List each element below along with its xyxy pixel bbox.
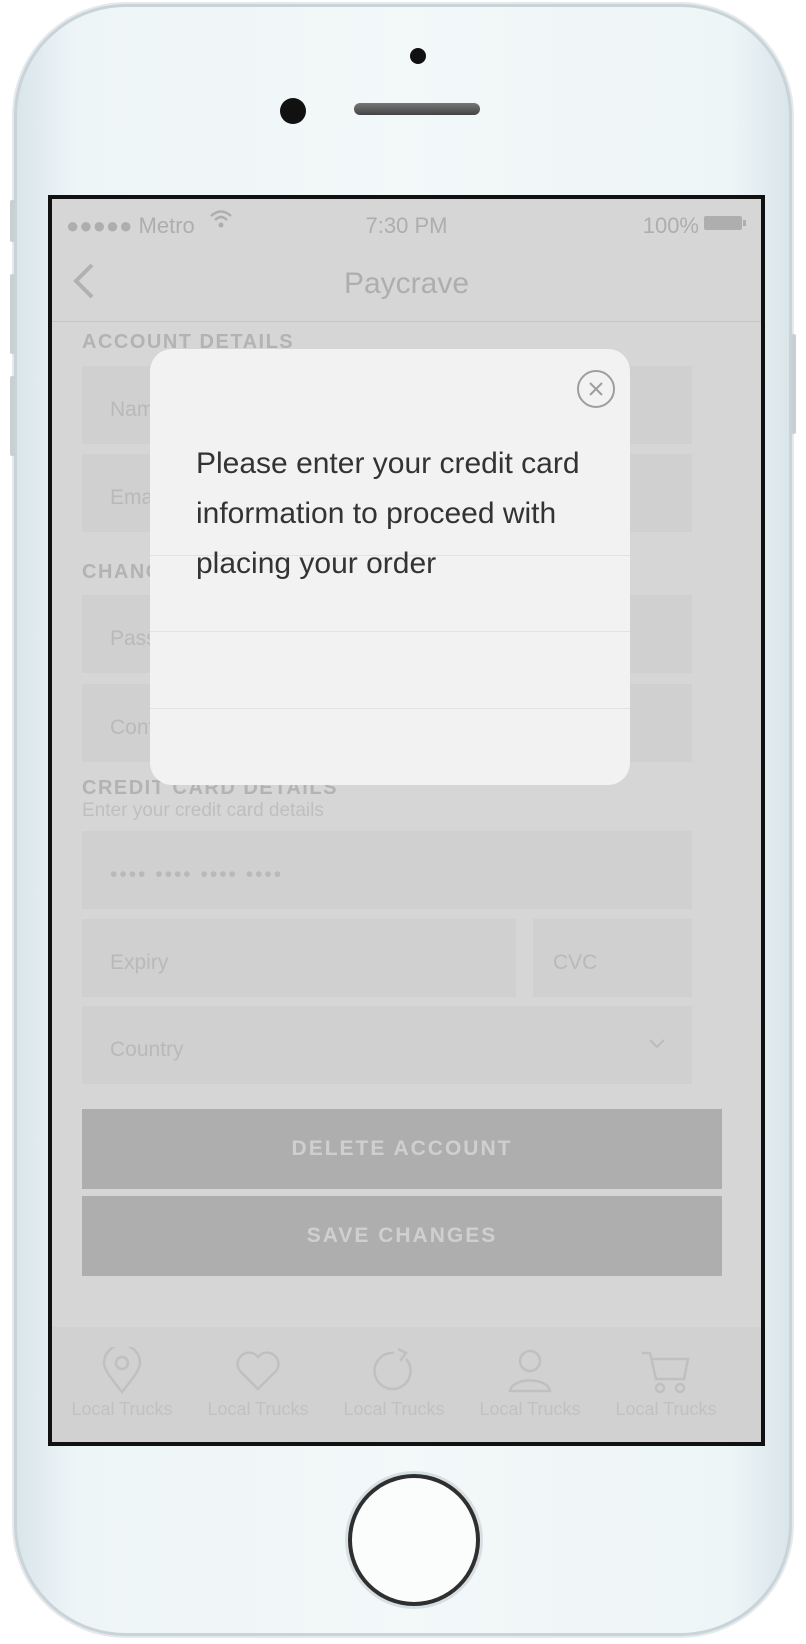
home-button[interactable] [352, 1478, 476, 1602]
dialog-divider [150, 631, 630, 632]
dialog-message: Please enter your credit card informatio… [196, 447, 580, 580]
phone-screen: ●●●●● Metro 7:30 PM 100% Paycrave ACCOUN… [48, 195, 765, 1446]
dialog-divider [150, 708, 630, 709]
close-button[interactable] [576, 369, 615, 408]
front-camera [280, 98, 306, 124]
proximity-sensor [410, 48, 426, 64]
volume-up-button [10, 274, 15, 354]
power-button [791, 334, 796, 434]
credit-card-required-dialog: Please enter your credit card informatio… [150, 349, 630, 785]
volume-down-button [10, 376, 15, 456]
earpiece-speaker [354, 103, 480, 115]
silent-switch [10, 200, 15, 242]
close-circle-icon [577, 370, 615, 408]
